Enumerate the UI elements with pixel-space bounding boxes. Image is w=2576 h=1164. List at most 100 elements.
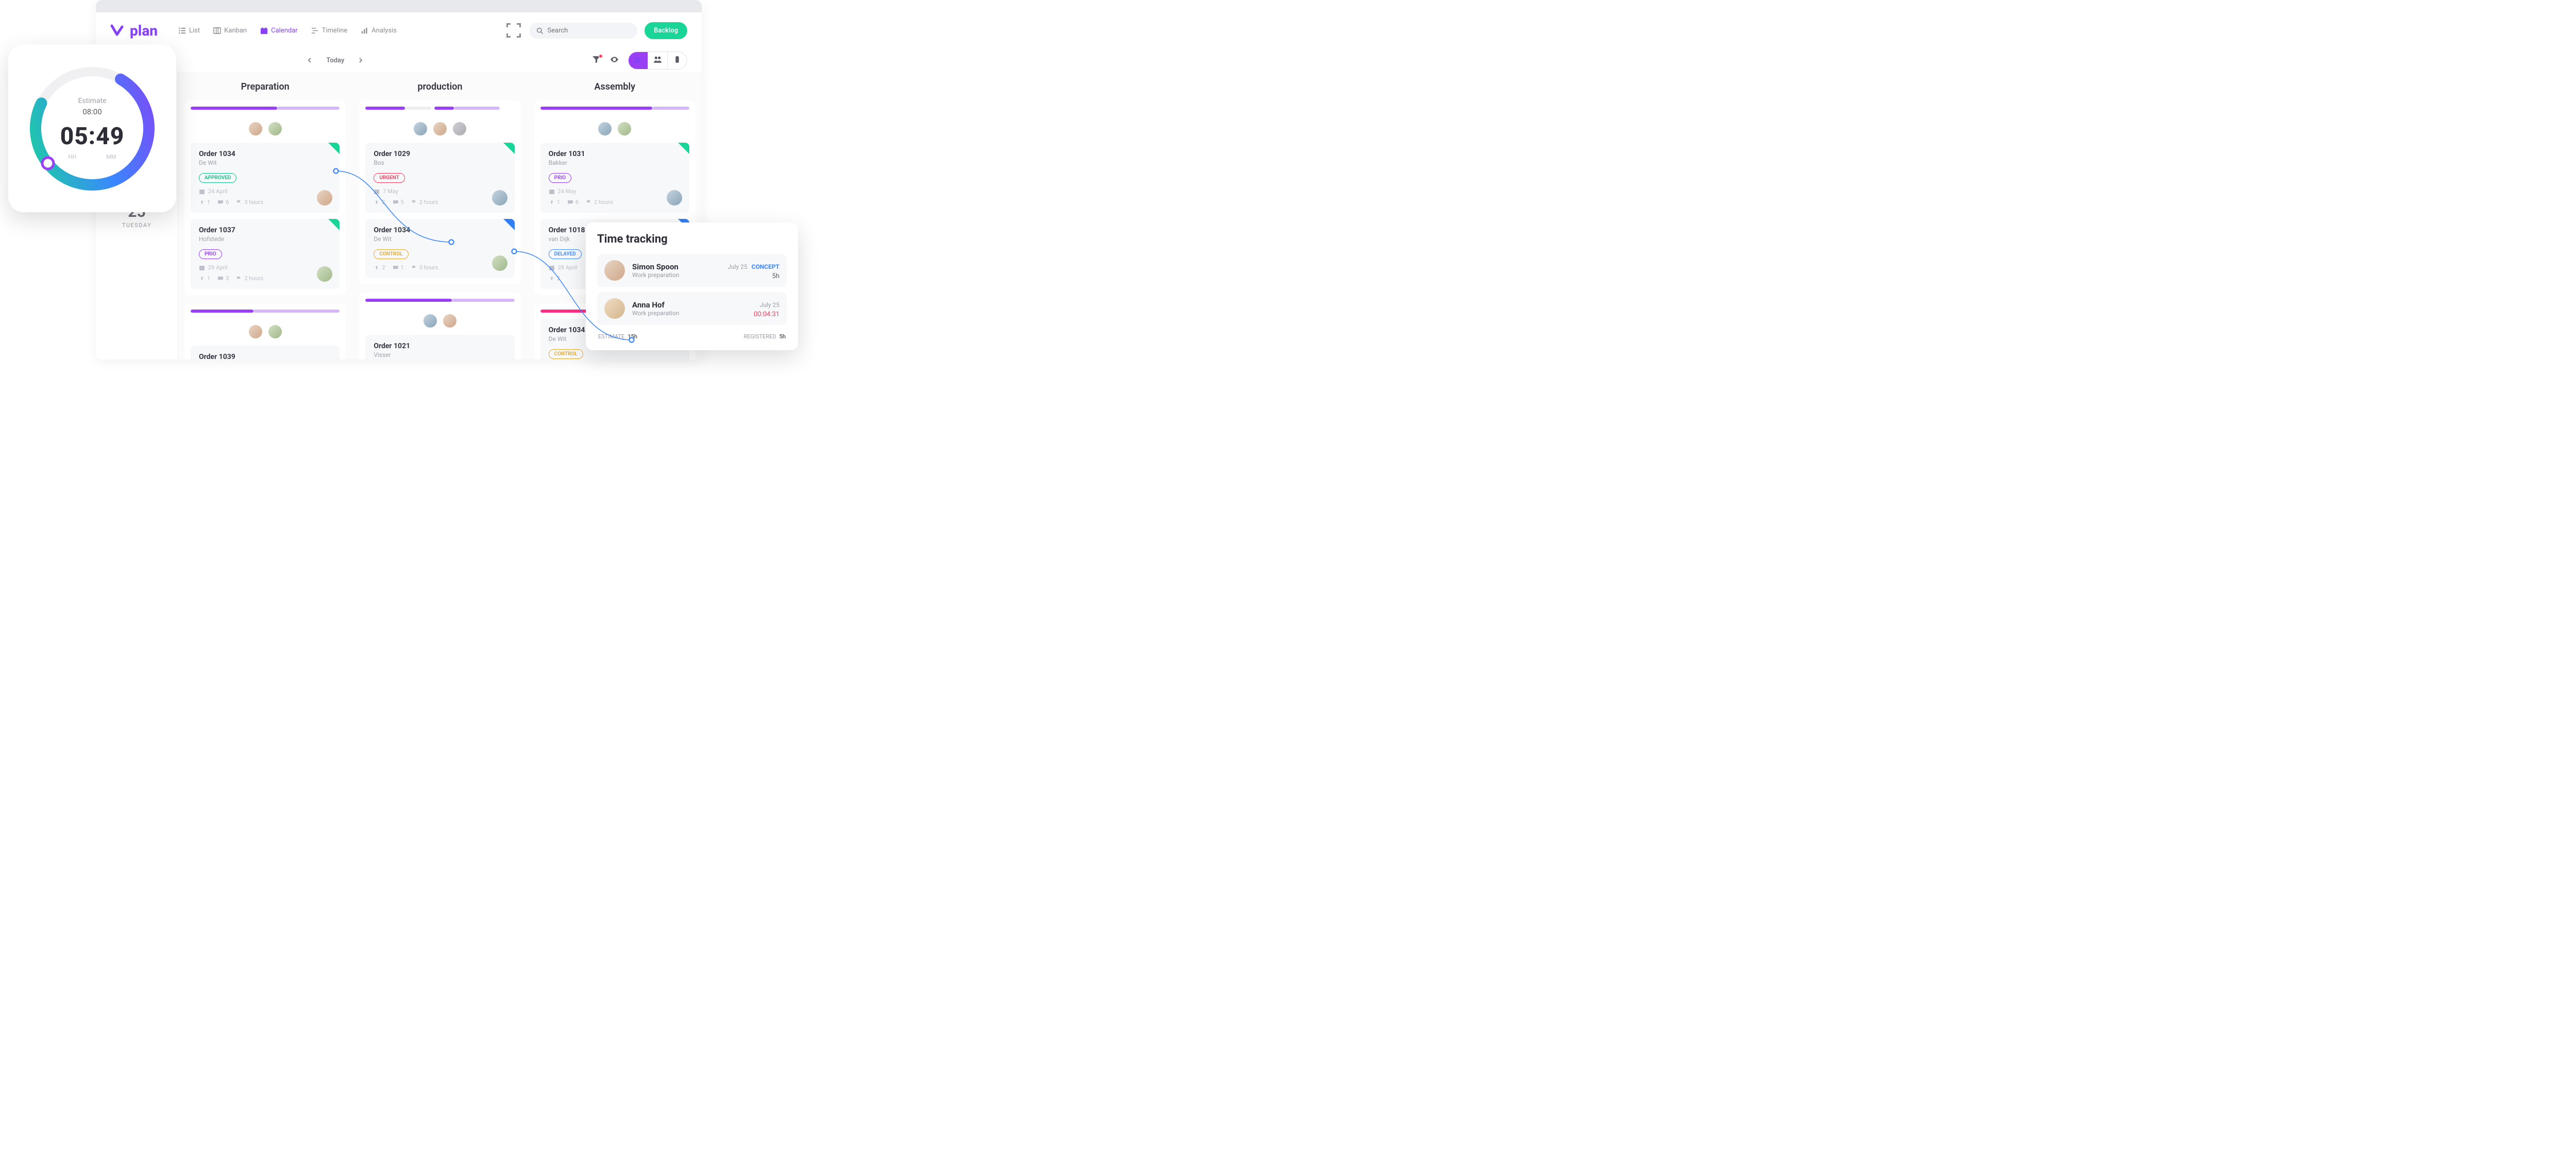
- tab-timeline[interactable]: Timeline: [311, 27, 348, 35]
- progress-bar: [434, 107, 500, 110]
- avatar: [597, 121, 613, 136]
- card-subtitle: De Wit: [374, 235, 506, 243]
- card-subtitle: Visser: [374, 351, 506, 358]
- chat-icon: [393, 265, 399, 271]
- tab-calendar[interactable]: Calendar: [260, 27, 298, 35]
- progress-row: [540, 107, 689, 110]
- tracking-date: July 25: [727, 263, 747, 270]
- card-tag: DELAYED: [549, 249, 582, 259]
- chevron-left-icon[interactable]: [307, 57, 313, 63]
- more-button[interactable]: [668, 52, 687, 69]
- card-corner: [503, 143, 515, 154]
- filter-badge: [599, 54, 603, 58]
- view-tabs: List Kanban Calendar Timeline Analysis: [178, 27, 397, 35]
- card-title: Order 1034: [199, 150, 331, 158]
- calendar-icon: [260, 27, 268, 35]
- people-button[interactable]: [648, 52, 668, 69]
- search-input[interactable]: [547, 27, 630, 35]
- logo-text: plan: [130, 22, 158, 39]
- visibility-button[interactable]: [610, 55, 619, 66]
- card-subtitle: De Wit: [199, 159, 331, 166]
- card-title: Order 1039: [199, 353, 331, 360]
- board-column: PreparationOrder 1034De WitAPPROVED24 Ap…: [184, 72, 346, 360]
- section-avatars: [365, 313, 514, 329]
- today-label[interactable]: Today: [326, 57, 344, 64]
- flag-icon: [411, 265, 417, 271]
- column-section: Order 1029BosURGENT7 May252 hoursOrder 1…: [359, 100, 520, 284]
- order-card[interactable]: Order 1034De WitAPPROVED24 April163 hour…: [191, 143, 340, 213]
- card-subtitle: Bakker: [549, 159, 681, 166]
- logo-mark-icon: [110, 24, 129, 37]
- progress-row: [191, 107, 340, 110]
- board-column: productionOrder 1029BosURGENT7 May252 ho…: [359, 72, 520, 360]
- avatar: [452, 121, 467, 136]
- toolbar-right: [592, 52, 687, 70]
- card-avatar: [492, 255, 507, 271]
- card-tag: CONTROL: [374, 249, 408, 259]
- flag-icon: [586, 199, 592, 206]
- tracking-row[interactable]: Anna HofWork preparationJuly 2500:04:31: [597, 292, 787, 325]
- progress-row: [191, 310, 340, 313]
- chevron-right-icon[interactable]: [358, 57, 364, 63]
- card-stats: 252 hours: [374, 199, 506, 206]
- chat-icon: [393, 199, 399, 206]
- chat-icon: [217, 199, 224, 206]
- order-card[interactable]: Order 1029BosURGENT7 May252 hours: [365, 143, 514, 213]
- card-stats: 162 hours: [549, 199, 681, 206]
- tracking-timer: 00:04:31: [754, 311, 779, 318]
- toolbar: Today: [96, 48, 702, 72]
- upload-icon: [374, 265, 380, 271]
- card-avatar: [492, 190, 507, 206]
- calendar-small-icon: [374, 189, 380, 195]
- expand-button[interactable]: [505, 22, 522, 39]
- card-title: Order 1034: [374, 226, 506, 234]
- progress-row: [365, 299, 514, 302]
- progress-row: [365, 107, 514, 110]
- upload-icon: [549, 199, 555, 206]
- order-card[interactable]: Order 1037HofstedePRIO29 April132 hours: [191, 219, 340, 289]
- progress-bar: [191, 107, 340, 110]
- order-card[interactable]: Order 1031BakkerPRIO24 May162 hours: [540, 143, 689, 213]
- search-icon: [536, 27, 543, 35]
- card-subtitle: Bos: [374, 159, 506, 166]
- backlog-button[interactable]: Backlog: [645, 22, 687, 39]
- tab-analysis[interactable]: Analysis: [361, 27, 397, 35]
- order-card[interactable]: Order 1034De WitCONTROL213 hours: [365, 219, 514, 278]
- card-stats: 132 hours: [199, 275, 331, 282]
- time-tracking-widget: Time tracking Simon SpoonWork preparatio…: [586, 222, 798, 350]
- tracking-hours: 5h: [727, 272, 779, 280]
- card-date-row: 24 May: [549, 188, 681, 195]
- column-title: production: [359, 72, 520, 100]
- card-corner: [678, 143, 689, 154]
- header-right: Backlog: [505, 22, 687, 39]
- search-box[interactable]: [529, 23, 637, 39]
- filter-button[interactable]: [592, 55, 601, 66]
- progress-bar: [365, 107, 431, 110]
- avatar: [413, 121, 428, 136]
- card-date-row: 7 May: [374, 188, 506, 195]
- chat-icon: [217, 276, 224, 282]
- tab-kanban[interactable]: Kanban: [213, 27, 247, 35]
- calendar-small-icon: [549, 265, 555, 271]
- card-date-row: 24 April: [199, 188, 331, 195]
- card-corner: [503, 219, 515, 230]
- people-icon: [653, 55, 662, 64]
- day-name: TUESDAY: [122, 222, 151, 229]
- tracking-row[interactable]: Simon SpoonWork preparationJuly 25CONCEP…: [597, 254, 787, 287]
- puzzle-button[interactable]: [629, 52, 648, 69]
- avatar: [267, 324, 283, 339]
- tab-list[interactable]: List: [178, 27, 200, 35]
- title-bar: [96, 0, 702, 12]
- expand-icon: [505, 22, 522, 39]
- upload-icon: [549, 276, 555, 282]
- upload-icon: [374, 199, 380, 206]
- tracking-date: July 25: [760, 301, 779, 309]
- avatar: [422, 313, 438, 329]
- card-stats: 163 hours: [199, 199, 331, 206]
- order-card[interactable]: Order 1021VisserPRIO: [365, 335, 514, 360]
- chat-icon: [567, 199, 573, 206]
- eye-icon: [610, 55, 619, 64]
- card-date-row: 29 April: [199, 264, 331, 271]
- flag-icon: [411, 199, 417, 206]
- order-card[interactable]: Order 1039JansenURGENT: [191, 346, 340, 360]
